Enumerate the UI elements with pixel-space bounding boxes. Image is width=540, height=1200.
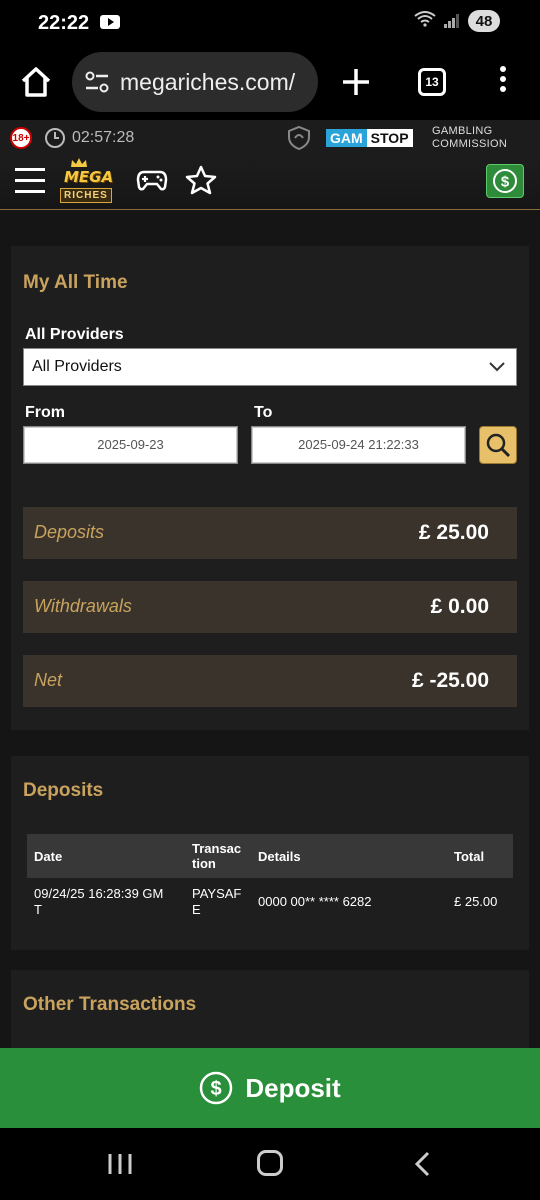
logo-mega: MEGA xyxy=(64,168,114,186)
table-header: Date Transac tion Details Total xyxy=(27,834,513,878)
shield-icon[interactable] xyxy=(286,125,312,151)
summary-row-label: Net xyxy=(34,670,63,690)
summary-panel: My All Time All Providers All Providers … xyxy=(11,246,529,730)
recents-icon[interactable] xyxy=(107,1151,133,1177)
logo-riches: RICHES xyxy=(60,188,112,203)
summary-row-value: £ 0.00 xyxy=(430,595,489,618)
summary-row-label: Withdrawals xyxy=(34,596,132,616)
battery-indicator: 48 xyxy=(468,10,500,32)
status-time: 22:22 xyxy=(38,12,90,34)
status-icons: 48 xyxy=(414,10,500,32)
home-nav-button[interactable] xyxy=(257,1150,283,1176)
svg-text:$: $ xyxy=(211,1078,222,1100)
wifi-icon xyxy=(414,10,436,32)
search-button[interactable] xyxy=(479,426,517,464)
signal-icon xyxy=(444,14,460,28)
site-logo[interactable]: MEGA RICHES xyxy=(58,158,122,206)
column-transaction-line2: tion xyxy=(192,856,216,871)
row-transaction-line2: E xyxy=(192,902,201,917)
url-text: megariches.com/ xyxy=(120,69,296,95)
system-nav-bar xyxy=(0,1128,540,1200)
summary-row-deposits: Deposits £ 25.00 xyxy=(23,507,517,559)
deposits-title: Deposits xyxy=(23,780,104,801)
deposits-panel: Deposits Date Transac tion Details Total… xyxy=(11,756,529,950)
home-icon[interactable] xyxy=(18,64,54,100)
deposit-label: Deposit xyxy=(245,1072,341,1103)
column-details: Details xyxy=(258,849,301,864)
search-icon xyxy=(486,433,511,458)
row-transaction: PAYSAF E xyxy=(192,886,241,918)
summary-row-net: Net £ -25.00 xyxy=(23,655,517,707)
gambling-commission-link[interactable]: GAMBLING COMMISSION xyxy=(432,125,507,151)
row-total: £ 25.00 xyxy=(454,894,498,909)
gamepad-icon[interactable] xyxy=(136,166,168,194)
row-date-line2: T xyxy=(34,902,42,917)
gambling-commission-line2: COMMISSION xyxy=(432,138,508,150)
gamstop-link[interactable]: GAM STOP xyxy=(326,129,413,147)
site-settings-icon[interactable] xyxy=(84,70,110,94)
row-date-line1: 09/24/25 16:28:39 GM xyxy=(34,886,164,901)
browser-toolbar: megariches.com/ 13 xyxy=(0,44,540,120)
session-timer: 02:57:28 xyxy=(72,129,135,146)
summary-row-withdrawals: Withdrawals £ 0.00 xyxy=(23,581,517,633)
gamstop-left: GAM xyxy=(326,129,367,147)
cash-icon[interactable]: $ xyxy=(486,164,524,198)
to-date-input[interactable]: 2025-09-24 21:22:33 xyxy=(251,426,466,464)
row-date: 09/24/25 16:28:39 GM T xyxy=(34,886,163,918)
clock-icon xyxy=(44,127,66,149)
compliance-bar: 18+ 02:57:28 GAM STOP GAMBLING COMMISSIO… xyxy=(0,120,540,154)
gamstop-right: STOP xyxy=(366,129,413,147)
chevron-down-icon xyxy=(489,362,505,372)
summary-row-value: £ -25.00 xyxy=(411,669,489,692)
providers-selected-value: All Providers xyxy=(32,358,122,375)
dollar-circle-icon: $ xyxy=(200,1071,233,1105)
crown-icon xyxy=(71,158,87,167)
column-date: Date xyxy=(34,849,63,864)
address-bar[interactable]: megariches.com/ xyxy=(72,52,318,112)
gambling-commission-line1: GAMBLING xyxy=(432,125,493,137)
hamburger-icon[interactable] xyxy=(15,168,45,194)
providers-label: All Providers xyxy=(25,326,124,343)
other-transactions-panel: Other Transactions xyxy=(11,970,529,1048)
back-icon[interactable] xyxy=(410,1150,436,1178)
from-date-input[interactable]: 2025-09-23 xyxy=(23,426,238,464)
column-total: Total xyxy=(454,849,485,864)
summary-row-value: £ 25.00 xyxy=(418,521,489,544)
tab-switcher-button[interactable]: 13 xyxy=(418,68,446,96)
site-header: MEGA RICHES $ xyxy=(0,154,540,210)
summary-title: My All Time xyxy=(23,272,128,293)
column-transaction: Transac tion xyxy=(192,841,241,871)
from-label: From xyxy=(25,404,65,421)
to-label: To xyxy=(254,404,273,421)
age-restriction-badge: 18+ xyxy=(10,127,32,149)
row-details: 0000 00** **** 6282 xyxy=(258,894,372,909)
deposit-button[interactable]: $ Deposit xyxy=(0,1048,540,1128)
new-tab-button[interactable] xyxy=(340,62,372,102)
star-icon[interactable] xyxy=(185,164,217,196)
main-content[interactable]: My All Time All Providers All Providers … xyxy=(0,210,540,1048)
youtube-icon xyxy=(100,15,120,29)
more-icon[interactable] xyxy=(496,66,510,98)
svg-text:$: $ xyxy=(501,174,510,191)
providers-select[interactable]: All Providers xyxy=(23,348,517,386)
row-transaction-line1: PAYSAF xyxy=(192,886,242,901)
summary-row-label: Deposits xyxy=(34,522,105,542)
other-transactions-title: Other Transactions xyxy=(23,994,197,1015)
status-bar: 22:22 48 xyxy=(0,0,540,44)
column-transaction-line1: Transac xyxy=(192,841,242,856)
